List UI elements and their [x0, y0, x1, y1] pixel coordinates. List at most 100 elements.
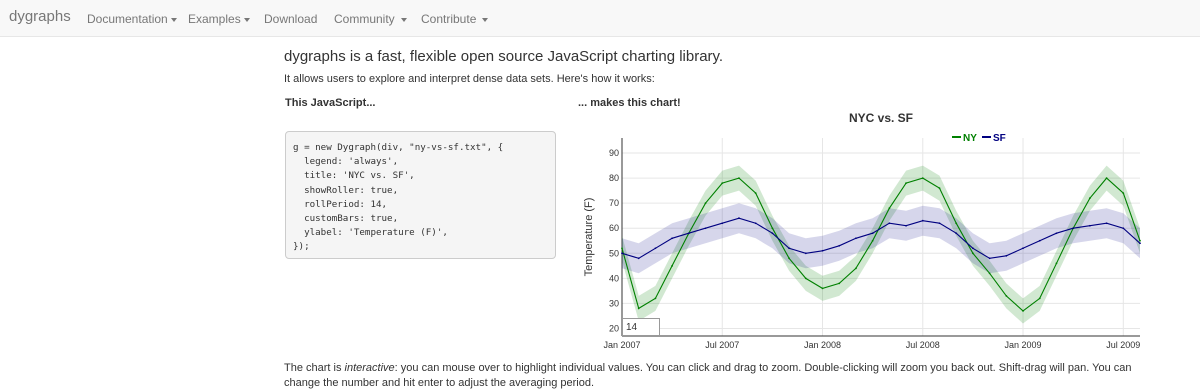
top-navbar: dygraphs Documentation Examples Download…	[0, 0, 1200, 37]
data-point-sf	[921, 219, 924, 222]
roll-period-input[interactable]	[622, 318, 660, 336]
data-point-sf	[871, 232, 874, 235]
data-point-ny	[1088, 197, 1091, 200]
data-point-ny	[871, 239, 874, 242]
data-point-ny	[1139, 239, 1141, 242]
chart-description: The chart is interactive: you can mouse …	[284, 361, 1164, 391]
data-point-ny	[1022, 310, 1024, 312]
description-emphasis: interactive	[344, 362, 395, 374]
data-point-ny	[888, 207, 891, 210]
data-point-sf	[905, 224, 907, 227]
intro-text: dygraphs is a fast, flexible open source…	[284, 48, 724, 65]
data-point-ny	[654, 297, 657, 300]
caret-down-icon	[482, 17, 489, 22]
data-point-sf	[821, 249, 824, 252]
chart-legend: NY SF	[952, 133, 1006, 144]
data-point-sf	[788, 247, 790, 250]
data-point-sf	[1122, 227, 1125, 230]
caret-down-icon	[243, 17, 250, 22]
data-point-sf	[1088, 224, 1091, 227]
y-tick-label: 40	[609, 273, 619, 283]
caret-down-icon	[400, 17, 407, 22]
nav-download[interactable]: Download	[264, 12, 317, 26]
data-point-ny	[1105, 177, 1108, 180]
data-point-ny	[621, 247, 623, 250]
x-tick-label: Jan 2007	[603, 340, 640, 350]
nav-examples[interactable]: Examples	[188, 12, 250, 26]
description-post: : you can mouse over to highlight indivi…	[284, 362, 1132, 389]
data-point-ny	[1005, 294, 1008, 297]
data-point-sf	[721, 222, 724, 225]
data-point-sf	[1038, 239, 1041, 242]
data-point-ny	[721, 182, 724, 185]
data-point-sf	[1139, 242, 1141, 245]
nav-community-label: Community	[334, 12, 395, 26]
y-tick-label: 80	[609, 173, 619, 183]
data-point-ny	[637, 307, 640, 310]
caret-down-icon	[170, 17, 177, 22]
data-point-ny	[855, 267, 857, 270]
data-point-ny	[988, 272, 991, 275]
data-point-ny	[704, 202, 707, 205]
y-tick-label: 50	[609, 248, 619, 258]
nav-documentation[interactable]: Documentation	[87, 12, 177, 26]
data-point-sf	[1055, 232, 1058, 235]
y-tick-label: 20	[609, 323, 619, 333]
nav-examples-label: Examples	[188, 12, 241, 26]
nav-contribute-label: Contribute	[421, 12, 477, 26]
code-heading: This JavaScript...	[285, 97, 376, 109]
nyc-vs-sf-chart[interactable]: 20 30 40 50 60 70 80 90 Jan 2007 Jul 2007 Jan 2008…	[570, 104, 1150, 354]
nav-download-label: Download	[264, 12, 318, 26]
data-point-ny	[754, 192, 757, 195]
y-tick-label: 90	[609, 148, 619, 158]
data-point-sf	[621, 252, 623, 255]
legend-label-ny: NY	[963, 133, 977, 144]
chart-title: NYC vs. SF	[849, 111, 913, 125]
data-point-ny	[838, 282, 841, 285]
x-tick-label: Jul 2008	[906, 340, 940, 350]
data-point-sf	[687, 232, 690, 235]
lead-text: It allows users to explore and interpret…	[284, 73, 655, 85]
data-point-ny	[921, 177, 924, 180]
data-point-ny	[788, 257, 790, 260]
brand-logo-link[interactable]: dygraphs	[9, 8, 71, 25]
data-point-ny	[804, 277, 807, 280]
data-point-sf	[855, 237, 857, 240]
data-point-sf	[988, 257, 991, 260]
data-point-ny	[955, 222, 958, 225]
data-point-sf	[1072, 227, 1075, 230]
data-point-sf	[654, 247, 657, 250]
data-point-ny	[671, 264, 674, 267]
data-point-sf	[1005, 254, 1008, 257]
data-point-ny	[738, 177, 740, 180]
data-point-sf	[804, 252, 807, 255]
data-point-sf	[637, 257, 640, 260]
data-point-ny	[771, 227, 774, 230]
nav-community[interactable]: Community	[334, 12, 407, 26]
data-point-sf	[671, 237, 674, 240]
data-point-sf	[738, 217, 740, 220]
data-point-ny	[938, 187, 941, 190]
y-tick-label: 70	[609, 198, 619, 208]
data-point-ny	[905, 182, 907, 185]
data-point-sf	[955, 232, 958, 235]
data-point-sf	[754, 222, 757, 225]
x-tick-label: Jul 2009	[1106, 340, 1140, 350]
y-tick-label: 60	[609, 223, 619, 233]
data-point-sf	[972, 247, 974, 250]
nav-contribute[interactable]: Contribute	[421, 12, 489, 26]
code-sample: g = new Dygraph(div, "ny-vs-sf.txt", { l…	[285, 131, 556, 259]
chart-container[interactable]: 20 30 40 50 60 70 80 90 Jan 2007 Jul 2007 Jan 2008…	[570, 104, 1150, 354]
description-pre: The chart is	[284, 362, 345, 374]
y-axis-label: Temperature (F)	[583, 198, 595, 277]
data-point-ny	[972, 252, 974, 255]
data-point-sf	[938, 222, 941, 225]
nav-documentation-label: Documentation	[87, 12, 168, 26]
data-point-sf	[771, 232, 774, 235]
x-tick-label: Jan 2008	[804, 340, 841, 350]
legend-label-sf: SF	[993, 133, 1006, 144]
data-point-sf	[1105, 222, 1108, 225]
data-point-ny	[1122, 192, 1125, 195]
data-point-sf	[838, 244, 841, 247]
data-point-sf	[1022, 247, 1024, 250]
